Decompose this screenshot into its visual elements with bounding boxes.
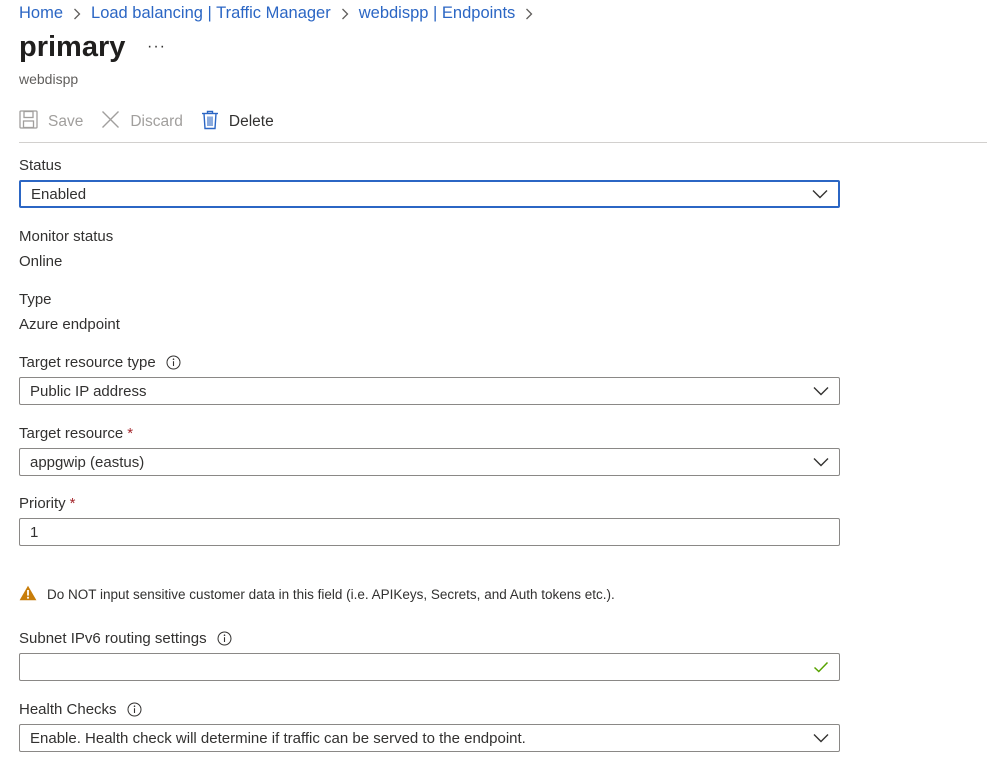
save-button[interactable]: Save [19,110,83,134]
delete-label: Delete [228,113,274,130]
breadcrumb-endpoints[interactable]: webdispp | Endpoints [359,4,516,23]
required-mark: * [127,425,134,442]
sensitive-data-warning: Do NOT input sensitive customer data in … [19,585,615,604]
target-resource-label-text: Target resource [19,425,124,442]
discard-icon [101,110,130,134]
warning-icon [19,585,47,604]
page-title: primary [19,31,126,63]
type-label-text: Type [19,291,52,308]
subnet-ipv6-label-text: Subnet IPv6 routing settings [19,630,207,647]
health-checks-label: Health Checks [19,701,142,718]
subnet-ipv6-label: Subnet IPv6 routing settings [19,630,232,647]
target-resource-type-label-text: Target resource type [19,354,156,371]
target-resource-type-dropdown[interactable]: Public IP address [19,377,840,405]
required-mark: * [69,495,76,512]
type-value: Azure endpoint [19,316,120,333]
warning-text: Do NOT input sensitive customer data in … [47,587,615,602]
priority-label: Priority * [19,495,76,512]
status-label: Status [19,157,62,174]
toolbar-divider [19,142,987,143]
chevron-down-icon [811,728,831,748]
delete-button[interactable]: Delete [201,110,274,135]
priority-label-text: Priority [19,495,66,512]
target-resource-value: appgwip (eastus) [30,453,145,471]
priority-input[interactable]: 1 [19,518,840,546]
discard-button[interactable]: Discard [101,110,183,134]
subnet-ipv6-input[interactable] [19,653,840,681]
chevron-right-icon [525,8,533,20]
target-resource-type-label: Target resource type [19,354,181,371]
target-resource-label: Target resource * [19,425,133,442]
chevron-down-icon [811,381,831,401]
info-icon[interactable] [166,355,181,370]
chevron-down-icon [811,452,831,472]
monitor-status-label-text: Monitor status [19,228,114,245]
save-label: Save [48,113,84,130]
page-subtitle: webdispp [19,71,79,87]
health-checks-value: Enable. Health check will determine if t… [30,729,526,747]
save-icon [19,110,48,134]
checkmark-icon [811,657,831,677]
more-icon[interactable]: ··· [147,38,166,56]
info-icon[interactable] [217,631,232,646]
breadcrumb-home[interactable]: Home [19,4,63,23]
priority-value: 1 [30,523,39,541]
command-bar: Save Discard Delete [19,108,292,136]
discard-label: Discard [130,113,183,130]
status-label-text: Status [19,157,62,174]
breadcrumb: Home Load balancing | Traffic Manager we… [19,4,543,23]
status-dropdown[interactable]: Enabled [19,180,840,208]
type-label: Type [19,291,52,308]
chevron-right-icon [73,8,81,20]
delete-icon [201,110,229,135]
chevron-right-icon [341,8,349,20]
status-value: Enabled [31,185,87,203]
health-checks-label-text: Health Checks [19,701,117,718]
monitor-status-value: Online [19,253,63,270]
monitor-status-label: Monitor status [19,228,113,245]
breadcrumb-traffic-manager[interactable]: Load balancing | Traffic Manager [91,4,331,23]
info-icon[interactable] [127,702,142,717]
chevron-down-icon [810,184,830,204]
target-resource-dropdown[interactable]: appgwip (eastus) [19,448,840,476]
target-resource-type-value: Public IP address [30,382,147,400]
health-checks-dropdown[interactable]: Enable. Health check will determine if t… [19,724,840,752]
